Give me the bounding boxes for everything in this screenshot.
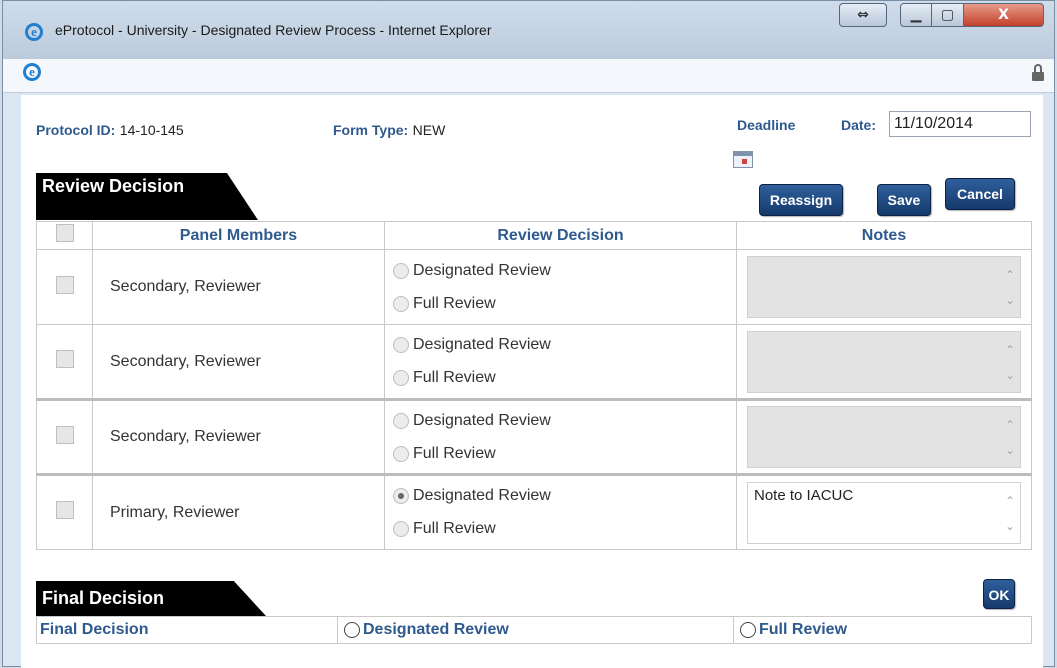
option-designated[interactable]: Designated Review (385, 480, 736, 513)
option-full[interactable]: Full Review (385, 513, 736, 546)
scroll-up-icon[interactable]: ⌃ (1002, 338, 1018, 363)
protocol-id: Protocol ID: 14-10-145 (36, 122, 184, 140)
scroll-down-icon[interactable]: ⌄ (1002, 514, 1018, 539)
form-type-value: NEW (412, 122, 446, 138)
cancel-button[interactable]: Cancel (945, 178, 1015, 210)
radio-designated[interactable] (393, 337, 409, 353)
panel-member: Secondary, Reviewer (92, 398, 385, 475)
scroll-arrows-icon[interactable]: ⌃ ⌄ (1002, 263, 1018, 313)
decision-cell: Designated Review Full Review (384, 249, 737, 325)
table-row: Primary, Reviewer Designated Review Full… (36, 473, 1032, 550)
notes-textarea[interactable]: Note to IACUC ⌃ ⌄ (747, 481, 1021, 544)
select-all-checkbox[interactable] (55, 224, 74, 242)
save-button[interactable]: Save (877, 184, 931, 216)
option-full[interactable]: Full Review (385, 362, 736, 395)
decision-cell: Designated Review Full Review (384, 324, 737, 400)
row-checkbox[interactable] (55, 275, 74, 294)
radio-designated[interactable] (393, 412, 409, 429)
lock-icon (1032, 64, 1044, 81)
radio-label: Designated Review (413, 336, 551, 353)
radio-full[interactable] (393, 295, 409, 312)
row-checkbox[interactable] (55, 350, 74, 368)
final-option-label: Designated Review (363, 621, 509, 638)
calendar-icon[interactable] (733, 151, 753, 168)
table-row: Secondary, Reviewer Designated Review Fu… (36, 249, 1032, 325)
option-designated[interactable]: Designated Review (385, 329, 736, 362)
radio-label: Full Review (413, 444, 496, 462)
panel-member: Secondary, Reviewer (92, 324, 385, 400)
scroll-up-icon[interactable]: ⌃ (1002, 489, 1018, 514)
reassign-button[interactable]: Reassign (759, 184, 843, 216)
form-type: Form Type: NEW (333, 122, 445, 140)
scroll-arrows-icon[interactable]: ⌃ ⌄ (1002, 338, 1018, 388)
minimize-button[interactable]: ▁ (900, 3, 932, 27)
select-all-cell (36, 221, 93, 250)
row-checkbox[interactable] (55, 501, 74, 519)
table-row: Secondary, Reviewer Designated Review Fu… (36, 324, 1032, 400)
notes-textarea[interactable]: ⌃ ⌄ (747, 406, 1021, 468)
close-button[interactable]: X (964, 3, 1044, 27)
radio-full[interactable] (393, 445, 409, 462)
scroll-arrows-icon[interactable]: ⌃ ⌄ (1002, 489, 1018, 539)
final-option-full[interactable]: Full Review (733, 617, 847, 643)
decision-cell: Designated Review Full Review (384, 473, 737, 550)
radio-label: Designated Review (413, 411, 551, 429)
decision-cell: Designated Review Full Review (384, 398, 737, 475)
radio-label: Designated Review (413, 261, 551, 279)
radio-full[interactable] (393, 521, 409, 537)
protocol-id-label: Protocol ID: (36, 122, 116, 138)
ie-logo-icon: e (25, 23, 43, 41)
scroll-down-icon[interactable]: ⌄ (1002, 363, 1018, 388)
column-header-notes: Notes (736, 221, 1032, 250)
row-checkbox[interactable] (55, 425, 74, 444)
column-header-members: Panel Members (92, 221, 385, 250)
date-input[interactable] (889, 111, 1031, 137)
radio-label: Full Review (413, 520, 496, 537)
deadline-label: Deadline (737, 117, 796, 133)
radio-designated[interactable] (393, 262, 409, 279)
ie-logo-icon: e (23, 63, 41, 81)
scroll-down-icon[interactable]: ⌄ (1002, 288, 1018, 313)
panel-member: Primary, Reviewer (92, 473, 385, 550)
option-designated[interactable]: Designated Review (385, 254, 736, 287)
scroll-arrows-icon[interactable]: ⌃ ⌄ (1002, 413, 1018, 463)
notes-textarea[interactable]: ⌃ ⌄ (747, 330, 1021, 393)
resize-button[interactable]: ⇔ (839, 3, 887, 27)
review-table: Panel Members Review Decision Notes Seco… (36, 221, 1032, 550)
final-decision-label: Final Decision (40, 621, 149, 638)
radio-full[interactable] (393, 370, 409, 386)
option-full[interactable]: Full Review (385, 437, 736, 470)
protocol-id-value: 14-10-145 (119, 122, 184, 138)
maximize-button[interactable]: ▢ (932, 3, 964, 27)
panel-member: Secondary, Reviewer (92, 249, 385, 325)
final-radio-designated[interactable] (344, 622, 360, 638)
column-header-decision: Review Decision (384, 221, 737, 250)
option-designated[interactable]: Designated Review (385, 404, 736, 437)
option-full[interactable]: Full Review (385, 287, 736, 320)
radio-label: Full Review (413, 369, 496, 386)
ok-button[interactable]: OK (983, 579, 1015, 609)
final-option-label: Full Review (759, 621, 848, 638)
table-header-row: Panel Members Review Decision Notes (36, 221, 1032, 250)
scroll-up-icon[interactable]: ⌃ (1002, 263, 1018, 288)
final-decision-row: Final Decision Designated Review Full Re… (36, 616, 1032, 644)
final-option-designated[interactable]: Designated Review (337, 617, 733, 643)
page-content: Protocol ID: 14-10-145 Form Type: NEW De… (21, 95, 1043, 668)
scroll-down-icon[interactable]: ⌄ (1002, 438, 1018, 463)
review-decision-header: Review Decision (36, 173, 258, 220)
form-type-label: Form Type: (333, 122, 409, 138)
address-bar[interactable]: e (3, 59, 1054, 93)
title-bar: e eProtocol - University - Designated Re… (3, 1, 1054, 59)
notes-textarea[interactable]: ⌃ ⌄ (747, 256, 1021, 318)
radio-label: Designated Review (413, 487, 551, 504)
final-decision-header: Final Decision (36, 581, 266, 616)
scroll-up-icon[interactable]: ⌃ (1002, 413, 1018, 438)
date-label: Date: (841, 117, 877, 133)
radio-label: Full Review (413, 294, 496, 312)
browser-window: e eProtocol - University - Designated Re… (2, 0, 1055, 668)
table-row: Secondary, Reviewer Designated Review Fu… (36, 398, 1032, 475)
window-title: eProtocol - University - Designated Revi… (55, 22, 492, 38)
final-radio-full[interactable] (740, 622, 756, 638)
radio-designated[interactable] (393, 488, 409, 504)
